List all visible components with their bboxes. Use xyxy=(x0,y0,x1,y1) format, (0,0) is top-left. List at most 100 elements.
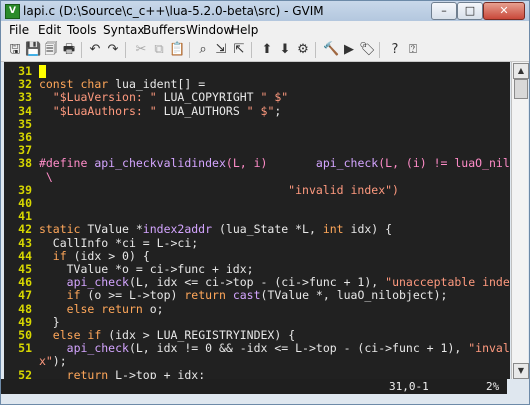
code-token: "$LuaAuthors: " xyxy=(52,103,157,118)
code-token: api_checkvalidindex xyxy=(94,156,226,171)
menu-tools[interactable]: Tools xyxy=(67,23,97,37)
code-line: 45 TValue *o = ci->func + idx; xyxy=(4,262,254,276)
menu-help[interactable]: Help xyxy=(231,23,258,37)
line-number: 45 xyxy=(18,262,32,276)
toolbar: 🖫 💾 🗐 🖶 ↶ ↷ ✂ ⧉ 📋 ⌕ ⇲ ⇱ ⬆ ⬇ ⚙ 🔨 ▶ 🏷 ? ⍰ xyxy=(1,39,529,62)
code-token: (L, i) xyxy=(225,156,316,171)
scrollbar-thumb[interactable] xyxy=(514,79,528,99)
code-line: 39 "invalid index") xyxy=(4,183,399,197)
code-line: 37 xyxy=(4,143,39,157)
code-token: idx) { xyxy=(343,222,393,237)
code-line: 43 CallInfo *ci = L->ci; xyxy=(4,236,198,250)
text-cursor xyxy=(38,65,46,78)
code-token: TValue *o = ci->func + idx; xyxy=(38,262,254,276)
code-line: 46 api_check(L, idx <= ci->top - (ci->fu… xyxy=(4,275,510,289)
code-token: LUA_AUTHORS xyxy=(156,103,247,118)
menu-buffers[interactable]: Buffers xyxy=(143,23,186,37)
code-line: 51 api_check(L, idx != 0 && -idx <= L->t… xyxy=(4,341,510,355)
menu-window[interactable]: Window xyxy=(186,23,233,37)
shell-icon[interactable]: ▶ xyxy=(341,42,357,58)
make-icon[interactable]: 🔨 xyxy=(323,42,339,58)
find-help-icon[interactable]: ⍰ xyxy=(405,42,421,58)
cursor-position: 31,0-1 xyxy=(389,380,429,393)
code-token: LUA_COPYRIGHT xyxy=(156,90,261,105)
minimize-button[interactable]: – xyxy=(431,2,457,20)
code-line: 42 static TValue *index2addr (lua_State … xyxy=(4,222,392,236)
code-token: return xyxy=(66,367,116,379)
code-token: x" xyxy=(38,354,53,369)
code-line: 41 xyxy=(4,209,39,223)
line-number: 44 xyxy=(18,248,32,263)
load-session-icon[interactable]: ⬆ xyxy=(259,42,275,58)
gvim-window: V lapi.c (D:\Source\c_c++\lua-5.2.0-beta… xyxy=(0,0,530,405)
line-number: 41 xyxy=(18,209,32,224)
code-line: 32 const char lua_ident[] = xyxy=(4,77,205,91)
open-icon[interactable]: 🖫 xyxy=(7,42,23,58)
save-session-icon[interactable]: ⬇ xyxy=(277,42,293,58)
toolbar-separator xyxy=(125,42,126,58)
code-line: 36 xyxy=(4,130,39,144)
help-icon[interactable]: ? xyxy=(387,42,403,58)
code-token: (idx > LUA_REGISTRYINDEX) { xyxy=(101,328,296,342)
code-line: 34 "$LuaAuthors: " LUA_AUTHORS " $"; xyxy=(4,104,281,118)
line-number: 48 xyxy=(18,301,32,316)
line-number: 36 xyxy=(18,130,32,144)
code-line: 49 } xyxy=(4,315,60,329)
find-icon[interactable]: ⌕ xyxy=(195,42,211,58)
undo-icon[interactable]: ↶ xyxy=(87,42,103,58)
code-token: api_check xyxy=(315,156,379,171)
scroll-up-button[interactable]: ▲ xyxy=(513,63,529,79)
toolbar-separator xyxy=(251,42,252,58)
line-number: 38 xyxy=(18,156,32,171)
title-bar[interactable]: V lapi.c (D:\Source\c_c++\lua-5.2.0-beta… xyxy=(1,1,529,21)
copy-icon[interactable]: ⧉ xyxy=(151,42,167,58)
toolbar-separator xyxy=(189,42,190,58)
ctags-icon[interactable]: 🏷 xyxy=(359,42,376,58)
save-all-icon[interactable]: 🗐 xyxy=(43,42,59,58)
menu-edit[interactable]: Edit xyxy=(38,23,61,37)
paste-icon[interactable]: 📋 xyxy=(169,42,185,58)
run-script-icon[interactable]: ⚙ xyxy=(295,42,311,58)
code-token: (o >= L->top) xyxy=(80,288,185,303)
code-token: ); xyxy=(52,354,67,369)
code-token: (TValue *, luaO_nilobject); xyxy=(260,288,448,303)
code-token: "invalid inde xyxy=(468,341,510,356)
code-token: cast xyxy=(232,288,261,303)
code-token: return xyxy=(184,288,233,303)
menu-syntax[interactable]: Syntax xyxy=(103,23,144,37)
scroll-down-button[interactable]: ▼ xyxy=(513,363,529,379)
code-token: if xyxy=(52,248,67,263)
code-token: if xyxy=(66,288,81,303)
vertical-scrollbar[interactable]: ▲ ▼ xyxy=(511,62,529,379)
toolbar-separator xyxy=(315,42,316,58)
code-line: 40 xyxy=(4,196,39,210)
redo-icon[interactable]: ↷ xyxy=(105,42,121,58)
maximize-button[interactable]: □ xyxy=(457,2,483,20)
menu-file[interactable]: File xyxy=(9,23,29,37)
cut-icon[interactable]: ✂ xyxy=(133,42,149,58)
code-line: x"); xyxy=(4,354,67,368)
line-number: 50 xyxy=(18,328,32,342)
print-icon[interactable]: 🖶 xyxy=(61,42,77,58)
code-token: " $" xyxy=(246,103,275,118)
code-line: 50 else if (idx > LUA_REGISTRYINDEX) { xyxy=(4,328,295,342)
save-icon[interactable]: 💾 xyxy=(25,42,41,58)
find-next-icon[interactable]: ⇲ xyxy=(213,42,229,58)
close-button[interactable]: ✕ xyxy=(483,2,525,20)
code-token: L->top + idx; xyxy=(115,367,206,379)
editor-text-area[interactable]: 31 32 const char lua_ident[] = 33 "$LuaVe… xyxy=(4,62,510,379)
file-percent: 2% xyxy=(486,380,500,393)
code-token: o; xyxy=(149,301,164,316)
gvim-app-icon: V xyxy=(5,4,20,19)
menu-bar: File Edit Tools Syntax Buffers Window He… xyxy=(1,21,529,40)
line-number: 39 xyxy=(18,182,32,197)
find-prev-icon[interactable]: ⇱ xyxy=(231,42,247,58)
